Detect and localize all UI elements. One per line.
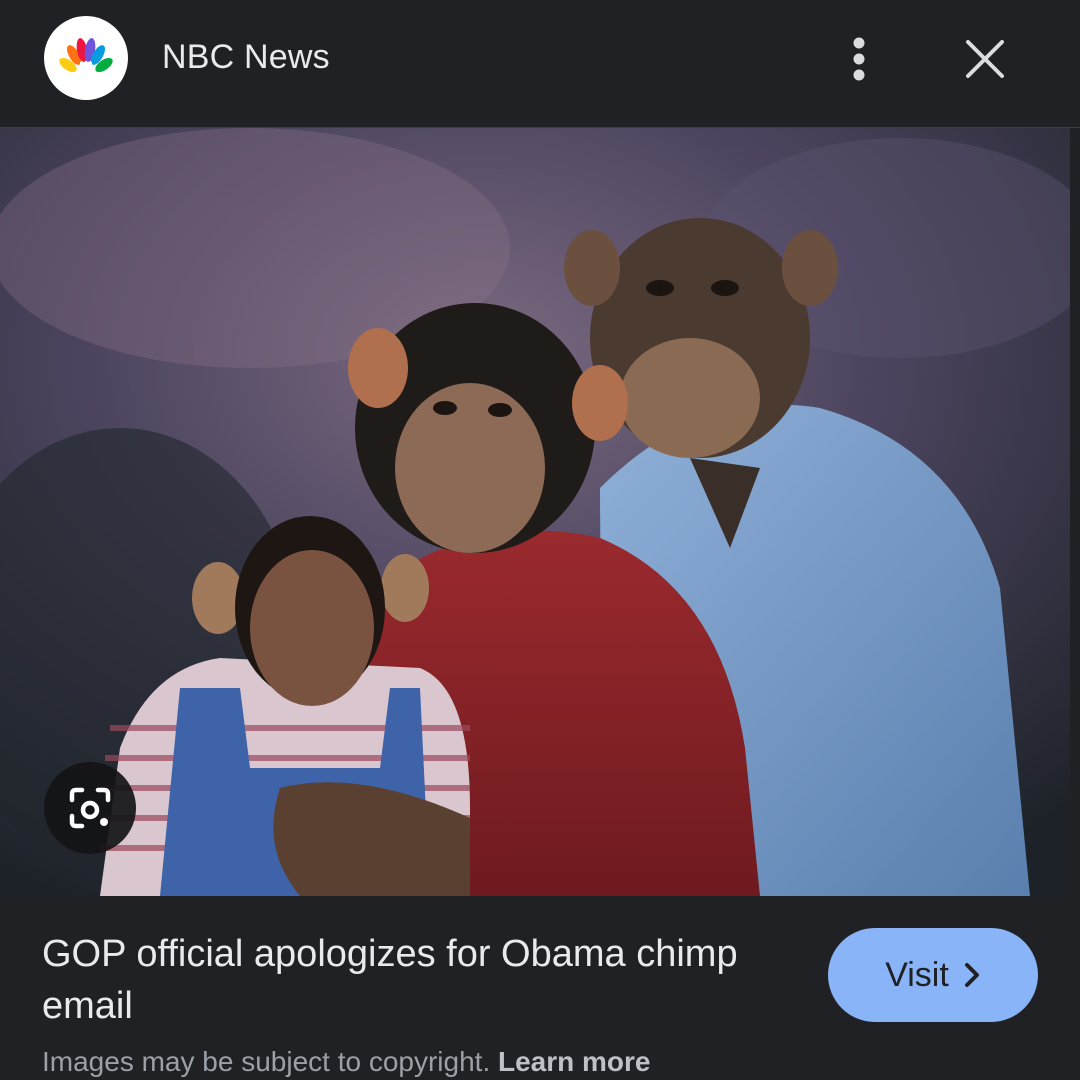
copyright-notice: Images may be subject to copyright. Lear… — [42, 1046, 651, 1078]
source-name[interactable]: NBC News — [162, 38, 330, 77]
source-logo[interactable] — [44, 16, 128, 100]
lens-search-button[interactable] — [44, 762, 136, 854]
viewer-header: NBC News — [0, 0, 1080, 127]
result-title[interactable]: GOP official apologizes for Obama chimp … — [42, 928, 782, 1032]
close-icon — [966, 40, 1004, 78]
learn-more-link[interactable]: Learn more — [498, 1046, 651, 1077]
chevron-right-icon — [964, 963, 979, 987]
more-vert-icon — [853, 37, 865, 81]
google-lens-icon — [69, 787, 111, 829]
visit-button[interactable]: Visit — [828, 928, 1038, 1022]
nbc-peacock-icon — [59, 38, 113, 78]
copyright-text: Images may be subject to copyright. — [42, 1046, 491, 1077]
close-button[interactable] — [956, 30, 1014, 88]
image-preview[interactable] — [0, 128, 1070, 896]
more-options-button[interactable] — [830, 28, 888, 90]
visit-label: Visit — [885, 955, 949, 994]
portrait-image — [0, 128, 1070, 896]
